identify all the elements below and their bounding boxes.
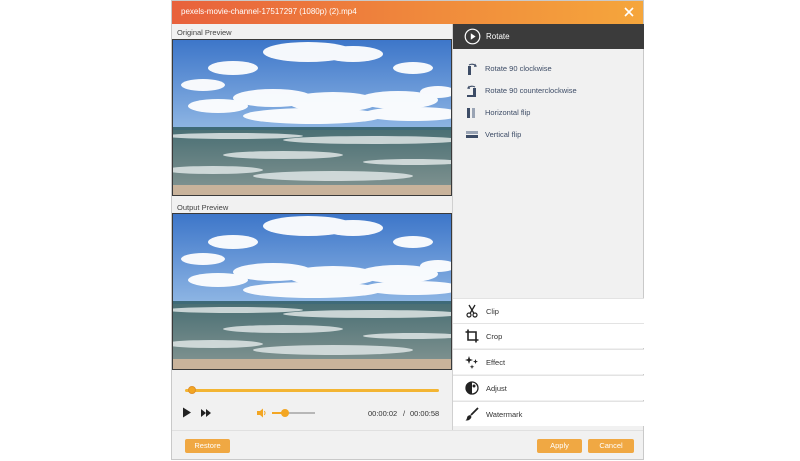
rotate-dialog: pexels-movie-channel-17517297 (1080p) (2…: [171, 0, 644, 460]
edit-panel: Rotate Rotate 90 clockwise Rotate 90 cou…: [452, 24, 644, 430]
time-separator: /: [403, 409, 406, 418]
total-time: 00:00:58: [410, 409, 440, 418]
output-preview-label: Output Preview: [177, 203, 229, 212]
apply-button[interactable]: Apply: [537, 439, 582, 453]
rotate-counterclockwise-label: Rotate 90 counterclockwise: [485, 86, 577, 95]
rotate-clockwise-label: Rotate 90 clockwise: [485, 64, 552, 73]
brush-icon: [465, 407, 479, 421]
tool-crop[interactable]: Crop: [453, 323, 644, 348]
tool-clip[interactable]: Clip: [453, 298, 644, 323]
rotate-header[interactable]: Rotate: [453, 24, 644, 49]
title-bar: pexels-movie-channel-17517297 (1080p) (2…: [172, 1, 643, 24]
volume-icon[interactable]: [257, 408, 267, 418]
fast-forward-icon[interactable]: [201, 409, 211, 417]
cancel-button[interactable]: Cancel: [588, 439, 634, 453]
dialog-footer: Restore Apply Cancel: [172, 430, 643, 459]
adjust-icon: [465, 381, 479, 395]
tool-watermark[interactable]: Watermark: [453, 401, 644, 426]
play-icon[interactable]: [182, 407, 192, 418]
rotate-cw-icon: [468, 63, 477, 75]
volume-handle[interactable]: [280, 409, 289, 417]
vertical-flip-icon: [466, 131, 478, 138]
output-preview: [172, 213, 452, 370]
sparkle-icon: [465, 356, 478, 369]
timeline-handle[interactable]: [188, 386, 197, 394]
crop-icon: [465, 329, 479, 343]
tool-adjust-label: Adjust: [486, 384, 507, 393]
current-time: 00:00:02: [368, 409, 398, 418]
window-title: pexels-movie-channel-17517297 (1080p) (2…: [181, 7, 357, 16]
tool-effect-label: Effect: [486, 358, 506, 367]
original-preview: [172, 39, 452, 196]
tool-crop-label: Crop: [486, 332, 503, 341]
vertical-flip-label: Vertical flip: [485, 130, 522, 139]
output-preview-image: [173, 214, 451, 369]
volume-slider[interactable]: [272, 409, 315, 417]
horizontal-flip-icon: [467, 108, 475, 118]
original-preview-label: Original Preview: [177, 28, 232, 37]
timeline-slider[interactable]: [185, 386, 439, 394]
tool-adjust[interactable]: Adjust: [453, 375, 644, 400]
horizontal-flip-label: Horizontal flip: [485, 108, 531, 117]
tool-watermark-label: Watermark: [486, 410, 523, 419]
tool-clip-label: Clip: [486, 307, 499, 316]
rotate-play-icon: [464, 28, 481, 45]
scissors-icon: [466, 304, 478, 318]
rotate-header-label: Rotate: [486, 32, 510, 41]
close-icon[interactable]: [622, 5, 636, 19]
restore-button[interactable]: Restore: [185, 439, 230, 453]
tool-effect[interactable]: Effect: [453, 349, 644, 374]
original-preview-image: [173, 40, 451, 195]
rotate-ccw-icon: [467, 85, 476, 97]
